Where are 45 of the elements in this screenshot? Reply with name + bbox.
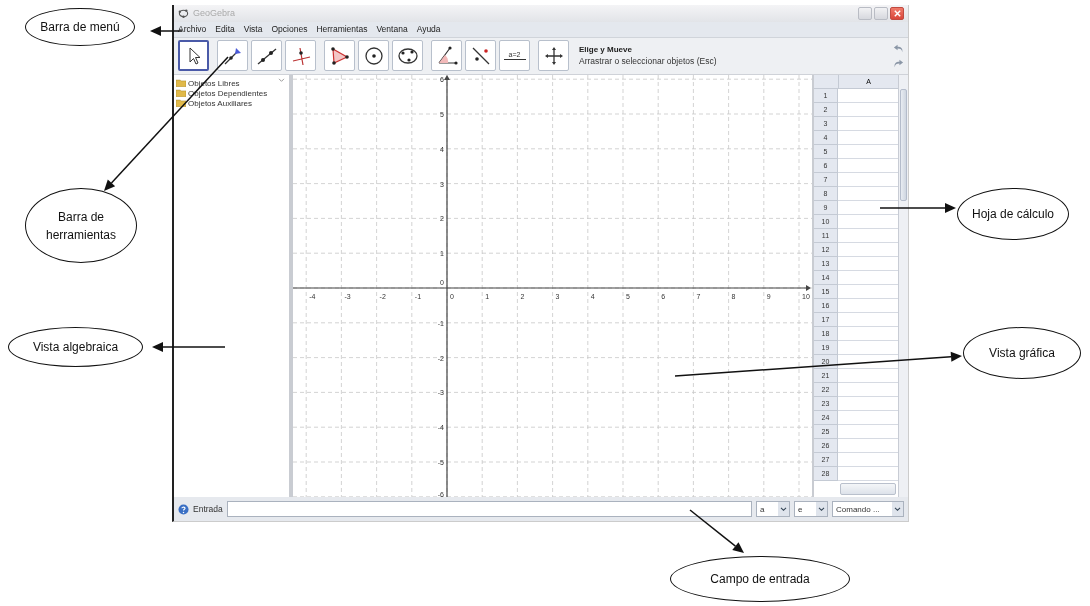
circle-icon xyxy=(362,44,385,67)
symbol-dropdown[interactable]: a xyxy=(756,501,790,518)
corner-cell[interactable] xyxy=(814,75,839,90)
tool-button[interactable] xyxy=(538,40,569,72)
collapse-icon[interactable] xyxy=(278,78,285,84)
horizontal-scrollbar[interactable] xyxy=(840,483,896,496)
help-icon[interactable] xyxy=(178,503,189,515)
input-field[interactable] xyxy=(226,501,752,518)
symbol-dropdown[interactable]: e xyxy=(794,501,828,518)
close-icon xyxy=(892,8,902,18)
menu-item[interactable]: Opciones xyxy=(271,24,308,35)
menu-item[interactable]: Ventana xyxy=(376,24,408,35)
leader-arrow xyxy=(689,509,744,553)
triangle-icon xyxy=(328,44,351,67)
window-title: GeoGebra xyxy=(193,8,236,19)
callout: Barra de menú xyxy=(25,8,135,46)
callout: Barra de herramientas xyxy=(25,188,137,263)
callout: Campo de entrada xyxy=(670,556,850,602)
tool-button[interactable] xyxy=(217,40,248,72)
tool-button[interactable] xyxy=(358,40,389,72)
tool-button[interactable] xyxy=(178,40,209,72)
app-logo-icon xyxy=(178,7,189,19)
input-label: Entrada xyxy=(193,504,223,515)
menu-item[interactable]: Herramientas xyxy=(316,24,368,35)
tool-help: Arrastrar o seleccionar objetos (Esc) xyxy=(579,56,717,67)
callout: Vista gráfica xyxy=(963,327,1081,379)
tool-name: Elige y Mueve xyxy=(579,45,633,55)
caret-icon xyxy=(894,506,901,512)
menu-item[interactable]: Edita xyxy=(215,24,235,35)
tool-button[interactable] xyxy=(324,40,355,72)
menu-item[interactable]: Ayuda xyxy=(416,24,441,35)
vertical-scrollbar[interactable] xyxy=(898,75,908,498)
close-button[interactable] xyxy=(890,6,904,20)
menu-item[interactable]: Vista xyxy=(243,24,263,35)
tool-button[interactable] xyxy=(251,40,282,72)
tool-button[interactable] xyxy=(392,40,423,72)
menu-item[interactable]: Archivo xyxy=(178,24,207,35)
tool-button[interactable] xyxy=(465,40,496,72)
callout: Hoja de cálculo xyxy=(957,188,1069,240)
callout: Vista algebraica xyxy=(8,327,143,367)
command-dropdown[interactable]: Comando ... xyxy=(832,501,904,518)
caret-icon xyxy=(818,506,825,512)
folder-label[interactable]: Objetos Auxiliares xyxy=(188,98,253,108)
caret-icon xyxy=(780,506,787,512)
minimize-button[interactable] xyxy=(858,6,872,20)
